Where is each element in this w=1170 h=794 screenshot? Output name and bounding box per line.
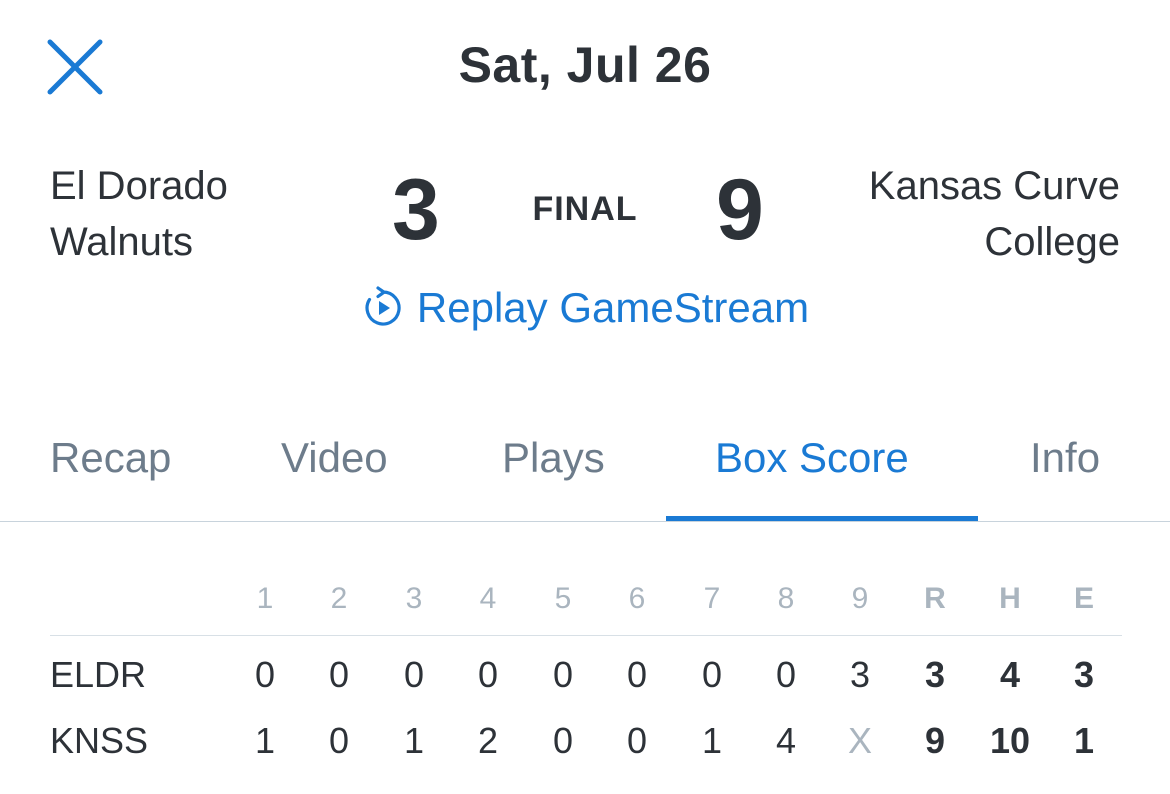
hits-total: 4	[999, 654, 1021, 695]
inning-header: 4	[479, 582, 497, 615]
inning-score: 0	[403, 654, 425, 695]
home-team-name: Kansas Curve College	[780, 158, 1120, 270]
runs-header: R	[924, 582, 946, 615]
tab-video[interactable]: Video	[281, 434, 388, 482]
inning-score: 2	[477, 720, 499, 761]
home-team-name-line2: College	[984, 220, 1120, 264]
inning-header: 1	[256, 582, 274, 615]
inning-score: 1	[254, 720, 276, 761]
inning-score: 0	[477, 654, 499, 695]
box-score-header-row: 1 2 3 4 5 6 7 8 9 R H E	[50, 580, 1122, 636]
team-abbreviation: KNSS	[50, 720, 149, 761]
inning-header: 8	[777, 582, 795, 615]
table-row: KNSS 1 0 1 2 0 0 1 4 X 9 10 1	[50, 702, 1122, 768]
team-abbreviation: ELDR	[50, 654, 147, 695]
table-row: ELDR 0 0 0 0 0 0 0 0 3 3 4 3	[50, 636, 1122, 702]
hits-total: 10	[989, 720, 1031, 761]
inning-score: 0	[328, 654, 350, 695]
inning-score: 0	[626, 720, 648, 761]
inning-score: 3	[849, 654, 871, 695]
tab-info[interactable]: Info	[1030, 434, 1100, 482]
active-tab-indicator	[666, 516, 978, 521]
inning-score: 0	[254, 654, 276, 695]
inning-header: 6	[628, 582, 646, 615]
page-title: Sat, Jul 26	[458, 37, 712, 93]
box-score-table: 1 2 3 4 5 6 7 8 9 R H E ELDR 0 0 0 0 0 0…	[50, 580, 1122, 768]
inning-score: 0	[328, 720, 350, 761]
errors-total: 3	[1073, 654, 1095, 695]
runs-total: 9	[924, 720, 946, 761]
hits-header: H	[999, 582, 1021, 615]
inning-header: 2	[330, 582, 348, 615]
replay-label: Replay GameStream	[416, 284, 810, 331]
replay-icon	[365, 286, 401, 326]
errors-total: 1	[1073, 720, 1095, 761]
inning-header: 3	[405, 582, 423, 615]
inning-score: 0	[701, 654, 723, 695]
errors-header: E	[1073, 582, 1094, 615]
inning-score: 1	[403, 720, 425, 761]
inning-header: 5	[554, 582, 572, 615]
inning-score: 0	[552, 654, 574, 695]
inning-score: X	[847, 720, 872, 761]
home-team-name-line1: Kansas Curve	[868, 164, 1120, 208]
inning-header: 9	[851, 582, 869, 615]
home-score: 9	[716, 162, 764, 258]
inning-score: 0	[775, 654, 797, 695]
tab-bar: Recap Video Plays Box Score Info	[0, 420, 1170, 522]
inning-header: 7	[703, 582, 721, 615]
inning-score: 4	[775, 720, 797, 761]
tab-box-score[interactable]: Box Score	[715, 434, 909, 482]
inning-score: 1	[701, 720, 723, 761]
tab-recap[interactable]: Recap	[50, 434, 171, 482]
replay-gamestream-link[interactable]: Replay GameStream	[0, 284, 1170, 332]
inning-score: 0	[552, 720, 574, 761]
runs-total: 3	[924, 654, 946, 695]
inning-score: 0	[626, 654, 648, 695]
tab-plays[interactable]: Plays	[502, 434, 605, 482]
